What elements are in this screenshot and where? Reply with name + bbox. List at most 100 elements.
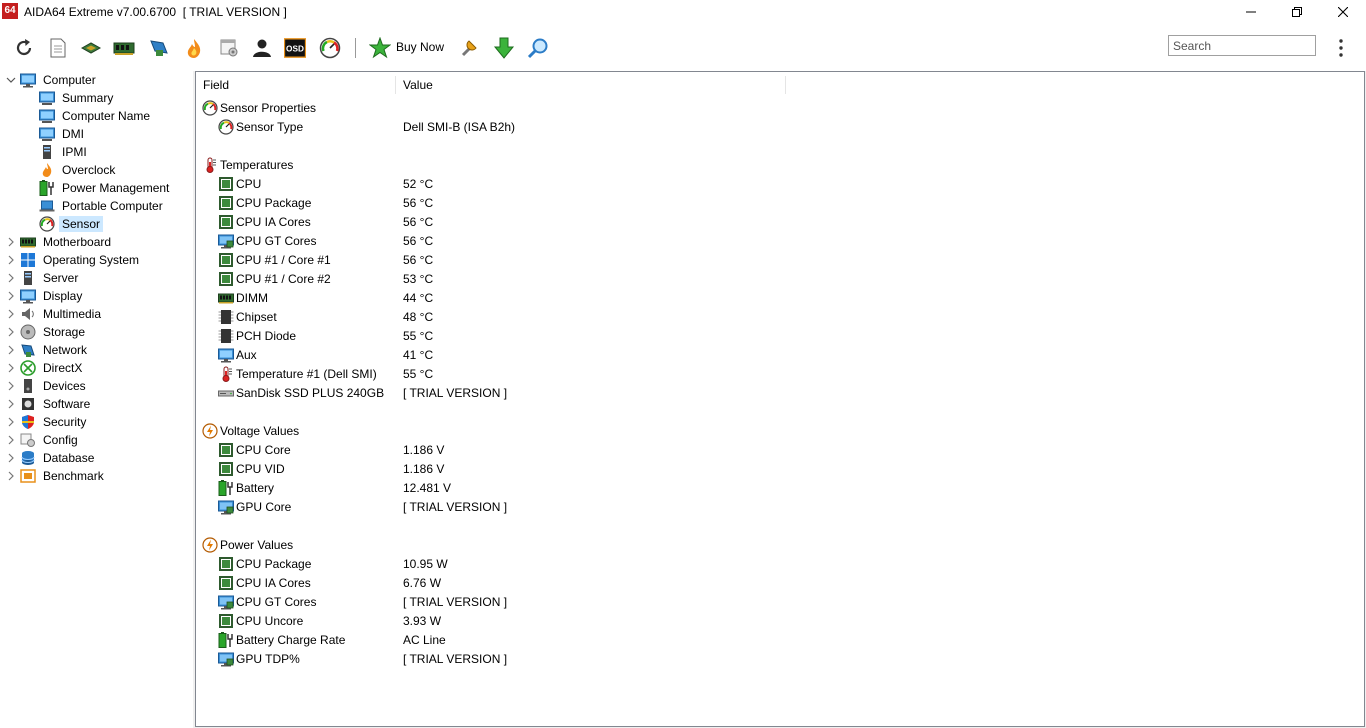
- tree-item-portable-computer[interactable]: Portable Computer: [39, 197, 166, 215]
- gauge-icon[interactable]: [319, 37, 341, 59]
- list-item[interactable]: GPU Core: [218, 497, 291, 516]
- refresh-icon[interactable]: [13, 37, 35, 59]
- list-item[interactable]: CPU Package: [218, 554, 311, 573]
- chevron-right-icon[interactable]: [6, 327, 16, 337]
- battery-icon: [218, 480, 234, 496]
- minimize-button[interactable]: [1228, 0, 1274, 23]
- chevron-right-icon[interactable]: [6, 471, 16, 481]
- column-header-value[interactable]: Value: [396, 76, 786, 94]
- chip-icon: [218, 271, 234, 287]
- list-item[interactable]: Chipset: [218, 307, 277, 326]
- tree-item-summary[interactable]: Summary: [39, 89, 116, 107]
- search-magnifier-icon[interactable]: [527, 37, 549, 59]
- chip-icon: [218, 252, 234, 268]
- list-item[interactable]: CPU Core: [218, 440, 291, 459]
- list-item[interactable]: Temperature #1 (Dell SMI): [218, 364, 377, 383]
- field-value: 12.481 V: [403, 480, 452, 495]
- tree-item-security[interactable]: Security: [6, 413, 89, 431]
- tree-item-devices[interactable]: Devices: [6, 377, 89, 395]
- close-button[interactable]: [1320, 0, 1366, 23]
- tree-item-sensor[interactable]: Sensor: [39, 215, 104, 233]
- drive-icon: [218, 385, 234, 401]
- tree-item-computer[interactable]: Computer: [6, 71, 99, 89]
- tree-item-network[interactable]: Network: [6, 341, 90, 359]
- list-item[interactable]: CPU Uncore: [218, 611, 303, 630]
- list-item[interactable]: CPU #1 / Core #1: [218, 250, 331, 269]
- list-item[interactable]: CPU Package: [218, 193, 311, 212]
- column-header-field[interactable]: Field: [196, 76, 396, 94]
- chevron-right-icon[interactable]: [6, 345, 16, 355]
- list-item[interactable]: CPU GT Cores: [218, 592, 316, 611]
- network-card-icon[interactable]: [148, 37, 170, 59]
- user-icon[interactable]: [251, 37, 273, 59]
- list-item[interactable]: Aux: [218, 345, 257, 364]
- section-header-temperatures[interactable]: Temperatures: [202, 155, 293, 174]
- power-icon: [202, 537, 218, 553]
- more-options-icon[interactable]: [1336, 37, 1346, 59]
- field-value: AC Line: [403, 632, 446, 647]
- search-input[interactable]: [1168, 35, 1316, 56]
- tree-item-server[interactable]: Server: [6, 269, 81, 287]
- monitor-icon: [218, 347, 234, 363]
- flame-icon[interactable]: [183, 37, 205, 59]
- list-item[interactable]: Battery Charge Rate: [218, 630, 345, 649]
- list-item[interactable]: PCH Diode: [218, 326, 296, 345]
- tree-item-operating-system[interactable]: Operating System: [6, 251, 142, 269]
- cpu-chip-icon[interactable]: [80, 37, 102, 59]
- section-header-power-values[interactable]: Power Values: [202, 535, 293, 554]
- chevron-right-icon[interactable]: [6, 417, 16, 427]
- list-item[interactable]: CPU IA Cores: [218, 573, 311, 592]
- tree-item-dmi[interactable]: DMI: [39, 125, 87, 143]
- chevron-down-icon[interactable]: [6, 75, 16, 85]
- tree-item-multimedia[interactable]: Multimedia: [6, 305, 104, 323]
- chevron-right-icon[interactable]: [6, 255, 16, 265]
- chevron-right-icon[interactable]: [6, 291, 16, 301]
- list-item[interactable]: CPU: [218, 174, 261, 193]
- chevron-right-icon[interactable]: [6, 237, 16, 247]
- chevron-right-icon[interactable]: [6, 273, 16, 283]
- tree-item-storage[interactable]: Storage: [6, 323, 88, 341]
- tree-item-power-management[interactable]: Power Management: [39, 179, 172, 197]
- field-value: 3.93 W: [403, 613, 442, 628]
- buy-now-button[interactable]: Buy Now: [396, 40, 444, 54]
- memory-icon[interactable]: [113, 37, 135, 59]
- tools-icon[interactable]: [459, 37, 481, 59]
- tree-item-computer-name[interactable]: Computer Name: [39, 107, 153, 125]
- restore-button[interactable]: [1274, 0, 1320, 23]
- chevron-right-icon[interactable]: [6, 435, 16, 445]
- field-value: Dell SMI-B (ISA B2h): [403, 119, 516, 134]
- list-item[interactable]: SanDisk SSD PLUS 240GB: [218, 383, 384, 402]
- chevron-right-icon[interactable]: [6, 381, 16, 391]
- list-item[interactable]: CPU GT Cores: [218, 231, 316, 250]
- chevron-right-icon[interactable]: [6, 399, 16, 409]
- tree-item-benchmark[interactable]: Benchmark: [6, 467, 107, 485]
- field-name: DIMM: [236, 290, 268, 305]
- list-item[interactable]: CPU IA Cores: [218, 212, 311, 231]
- report-icon[interactable]: [47, 37, 69, 59]
- chevron-right-icon[interactable]: [6, 453, 16, 463]
- list-item[interactable]: CPU #1 / Core #2: [218, 269, 331, 288]
- tree-item-database[interactable]: Database: [6, 449, 97, 467]
- list-item[interactable]: Battery: [218, 478, 274, 497]
- tree-item-ipmi[interactable]: IPMI: [39, 143, 90, 161]
- list-item[interactable]: Sensor Type: [218, 117, 303, 136]
- section-header-sensor-properties[interactable]: Sensor Properties: [202, 98, 316, 117]
- field-value: 10.95 W: [403, 556, 448, 571]
- list-item[interactable]: CPU VID: [218, 459, 285, 478]
- tree-item-directx[interactable]: DirectX: [6, 359, 85, 377]
- tree-label: Power Management: [62, 181, 170, 195]
- calendar-gear-icon[interactable]: [218, 37, 240, 59]
- download-arrow-icon[interactable]: [493, 37, 515, 59]
- list-item[interactable]: GPU TDP%: [218, 649, 300, 668]
- buy-star-icon[interactable]: [369, 37, 391, 59]
- section-header-voltage-values[interactable]: Voltage Values: [202, 421, 299, 440]
- tree-item-config[interactable]: Config: [6, 431, 81, 449]
- tree-item-motherboard[interactable]: Motherboard: [6, 233, 114, 251]
- tree-item-software[interactable]: Software: [6, 395, 93, 413]
- osd-icon[interactable]: OSD: [284, 37, 306, 59]
- chevron-right-icon[interactable]: [6, 363, 16, 373]
- tree-item-overclock[interactable]: Overclock: [39, 161, 118, 179]
- tree-item-display[interactable]: Display: [6, 287, 85, 305]
- list-item[interactable]: DIMM: [218, 288, 268, 307]
- chevron-right-icon[interactable]: [6, 309, 16, 319]
